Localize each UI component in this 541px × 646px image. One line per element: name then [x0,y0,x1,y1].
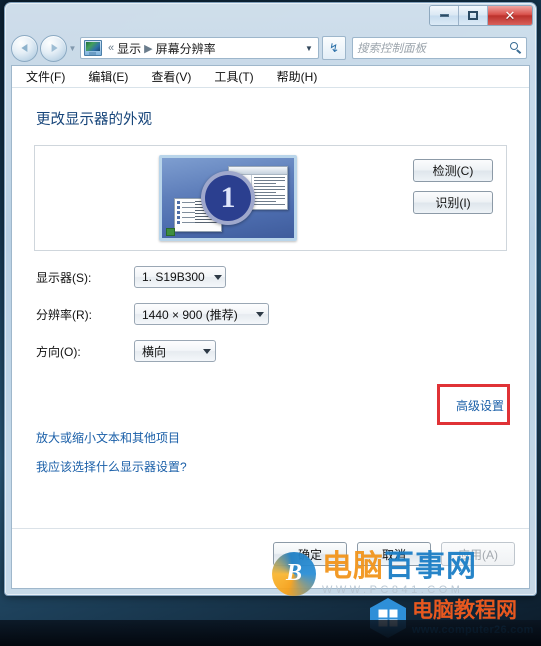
menu-bar: 文件(F) 编辑(E) 查看(V) 工具(T) 帮助(H) [12,66,529,88]
orientation-select-value: 横向 [142,344,167,359]
watermark-pc841: 电脑百事网 WWW.PC841.COM [272,552,477,596]
menu-item-file[interactable]: 文件(F) [26,68,65,85]
orientation-select[interactable]: 横向 [134,340,216,362]
monitor-select[interactable]: 1. S19B300 [134,266,226,288]
chevron-down-icon [213,274,222,280]
advanced-settings-link[interactable]: 高级设置 [456,397,504,414]
chevron-down-icon [203,348,211,354]
close-icon: ✕ [504,8,516,23]
display-control-panel-icon [84,40,102,56]
screen-resolution-window: ✕ ▼ « 显示 ▶ 屏幕分辨率 ▼ ↯ 搜索控制面板 文件(F) 编辑(E) … [4,2,537,596]
monitor-select-value: 1. S19B300 [142,270,205,284]
minimize-button[interactable] [430,6,459,25]
monitor-preview-panel: 1 检测(C) 识别(I) [34,145,507,251]
window-controls: ✕ [429,5,533,26]
close-button[interactable]: ✕ [488,6,532,25]
pc841-title: 电脑百事网 [322,552,477,582]
breadcrumb-display[interactable]: 显示 [117,40,141,57]
footer-separator [12,528,529,529]
monitor-number-badge: 1 [201,171,255,225]
monitor-label: 显示器(S): [36,270,92,285]
menu-item-help[interactable]: 帮助(H) [277,68,318,85]
address-bar[interactable]: « 显示 ▶ 屏幕分辨率 ▼ [80,37,319,59]
refresh-button[interactable]: ↯ [322,36,346,60]
monitor-thumbnail-1[interactable]: 1 [159,155,297,241]
computer26-title: 电脑教程网 [412,599,517,622]
identify-button[interactable]: 识别(I) [413,191,493,214]
breadcrumb-overflow[interactable]: « [108,42,114,54]
pc841-logo-icon [272,552,316,596]
advanced-settings-area: 高级设置 [34,375,510,425]
maximize-icon [468,11,478,20]
orientation-label: 方向(O): [36,344,81,359]
pc841-title-part1: 电脑 [322,550,384,583]
minimize-icon [439,14,449,17]
resolution-select-value: 1440 × 900 (推荐) [142,307,238,322]
preview-tray-icon [166,228,175,236]
forward-arrow-icon [51,44,58,52]
desktop-background: ✕ ▼ « 显示 ▶ 屏幕分辨率 ▼ ↯ 搜索控制面板 文件(F) 编辑(E) … [0,0,541,646]
pc841-text: 电脑百事网 WWW.PC841.COM [322,552,477,597]
monitor-row: 显示器(S): 1. S19B300 [36,263,507,291]
breadcrumb-chevron-icon[interactable]: ▶ [144,42,152,55]
help-links: 放大或缩小文本和其他项目 我应该选择什么显示器设置? [36,429,507,475]
pc841-url: WWW.PC841.COM [322,584,464,596]
address-dropdown-icon[interactable]: ▼ [302,44,316,53]
title-bar: ✕ [5,3,536,33]
search-box[interactable]: 搜索控制面板 [352,37,527,59]
link-which-settings[interactable]: 我应该选择什么显示器设置? [36,458,507,475]
client-area: 文件(F) 编辑(E) 查看(V) 工具(T) 帮助(H) 更改显示器的外观 1… [11,65,530,589]
back-button[interactable] [11,34,38,62]
navigation-bar: ▼ « 显示 ▶ 屏幕分辨率 ▼ ↯ 搜索控制面板 [5,31,536,65]
forward-button[interactable] [40,34,67,62]
computer26-text: 电脑教程网 www.computer26.com [412,600,534,636]
orientation-row: 方向(O): 横向 [36,337,507,365]
page-body: 更改显示器的外观 1 检测(C) 识别(I) 显示器(S): 1. S19B30… [12,108,529,566]
resolution-select[interactable]: 1440 × 900 (推荐) [134,303,269,325]
breadcrumb-screen-resolution[interactable]: 屏幕分辨率 [156,40,216,57]
menu-item-tools[interactable]: 工具(T) [214,68,253,85]
menu-item-edit[interactable]: 编辑(E) [88,68,128,85]
computer26-url: www.computer26.com [412,624,534,636]
link-text-size[interactable]: 放大或缩小文本和其他项目 [36,429,507,446]
refresh-icon: ↯ [328,41,340,55]
detect-button[interactable]: 检测(C) [413,159,493,182]
back-arrow-icon [20,44,27,52]
resolution-label: 分辨率(R): [36,307,92,322]
chevron-down-icon [256,311,264,317]
recent-pages-button[interactable]: ▼ [67,44,78,53]
pc841-title-part2: 百事网 [384,550,477,583]
windows-hex-icon [370,598,406,638]
maximize-button[interactable] [459,6,488,25]
resolution-row: 分辨率(R): 1440 × 900 (推荐) [36,300,507,328]
watermark-computer26: 电脑教程网 www.computer26.com [370,598,534,638]
menu-item-view[interactable]: 查看(V) [151,68,191,85]
page-title: 更改显示器的外观 [36,112,152,128]
search-icon [510,42,522,54]
search-input[interactable]: 搜索控制面板 [357,40,510,56]
